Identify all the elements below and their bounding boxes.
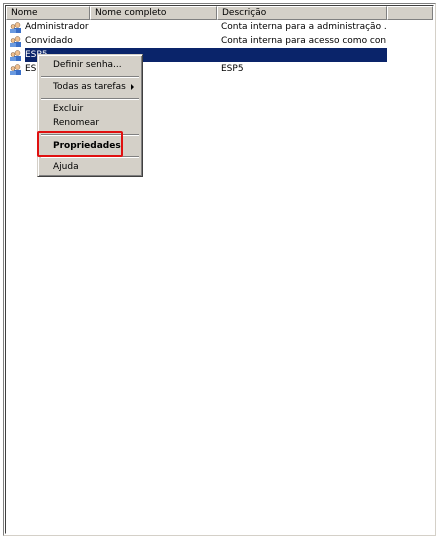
user-icon <box>10 35 22 47</box>
context-menu: Definir senha... Todas as tarefas Exclui… <box>37 54 143 177</box>
user-description <box>221 48 386 62</box>
column-header-description[interactable]: Descrição <box>217 6 387 20</box>
user-description: Conta interna para a administração ... <box>221 22 386 32</box>
properties-highlight-box <box>37 131 123 157</box>
column-header-full-name[interactable]: Nome completo <box>90 6 217 20</box>
menu-item-all-tasks[interactable]: Todas as tarefas <box>40 80 140 94</box>
user-icon <box>10 63 22 75</box>
menu-separator <box>41 98 139 100</box>
user-description: Conta interna para acesso como con... <box>221 36 386 46</box>
menu-item-help[interactable]: Ajuda <box>40 160 140 174</box>
menu-item-delete[interactable]: Excluir <box>40 102 140 116</box>
column-header: Nome Nome completo Descrição <box>6 6 433 20</box>
menu-item-all-tasks-label: Todas as tarefas <box>53 82 126 92</box>
user-name: Convidado <box>25 36 73 46</box>
user-name: Administrador <box>25 22 89 32</box>
column-header-filler <box>387 6 433 20</box>
submenu-arrow-icon <box>131 84 134 90</box>
menu-item-set-password[interactable]: Definir senha... <box>40 58 140 72</box>
list-item[interactable]: Convidado Conta interna para acesso como… <box>6 34 433 48</box>
user-icon <box>10 49 22 61</box>
user-icon <box>10 21 22 33</box>
menu-separator <box>41 76 139 78</box>
list-item[interactable]: Administrador Conta interna para a admin… <box>6 20 433 34</box>
user-description: ESP5 <box>221 64 244 74</box>
menu-item-rename[interactable]: Renomear <box>40 116 140 130</box>
column-header-name[interactable]: Nome <box>6 6 90 20</box>
